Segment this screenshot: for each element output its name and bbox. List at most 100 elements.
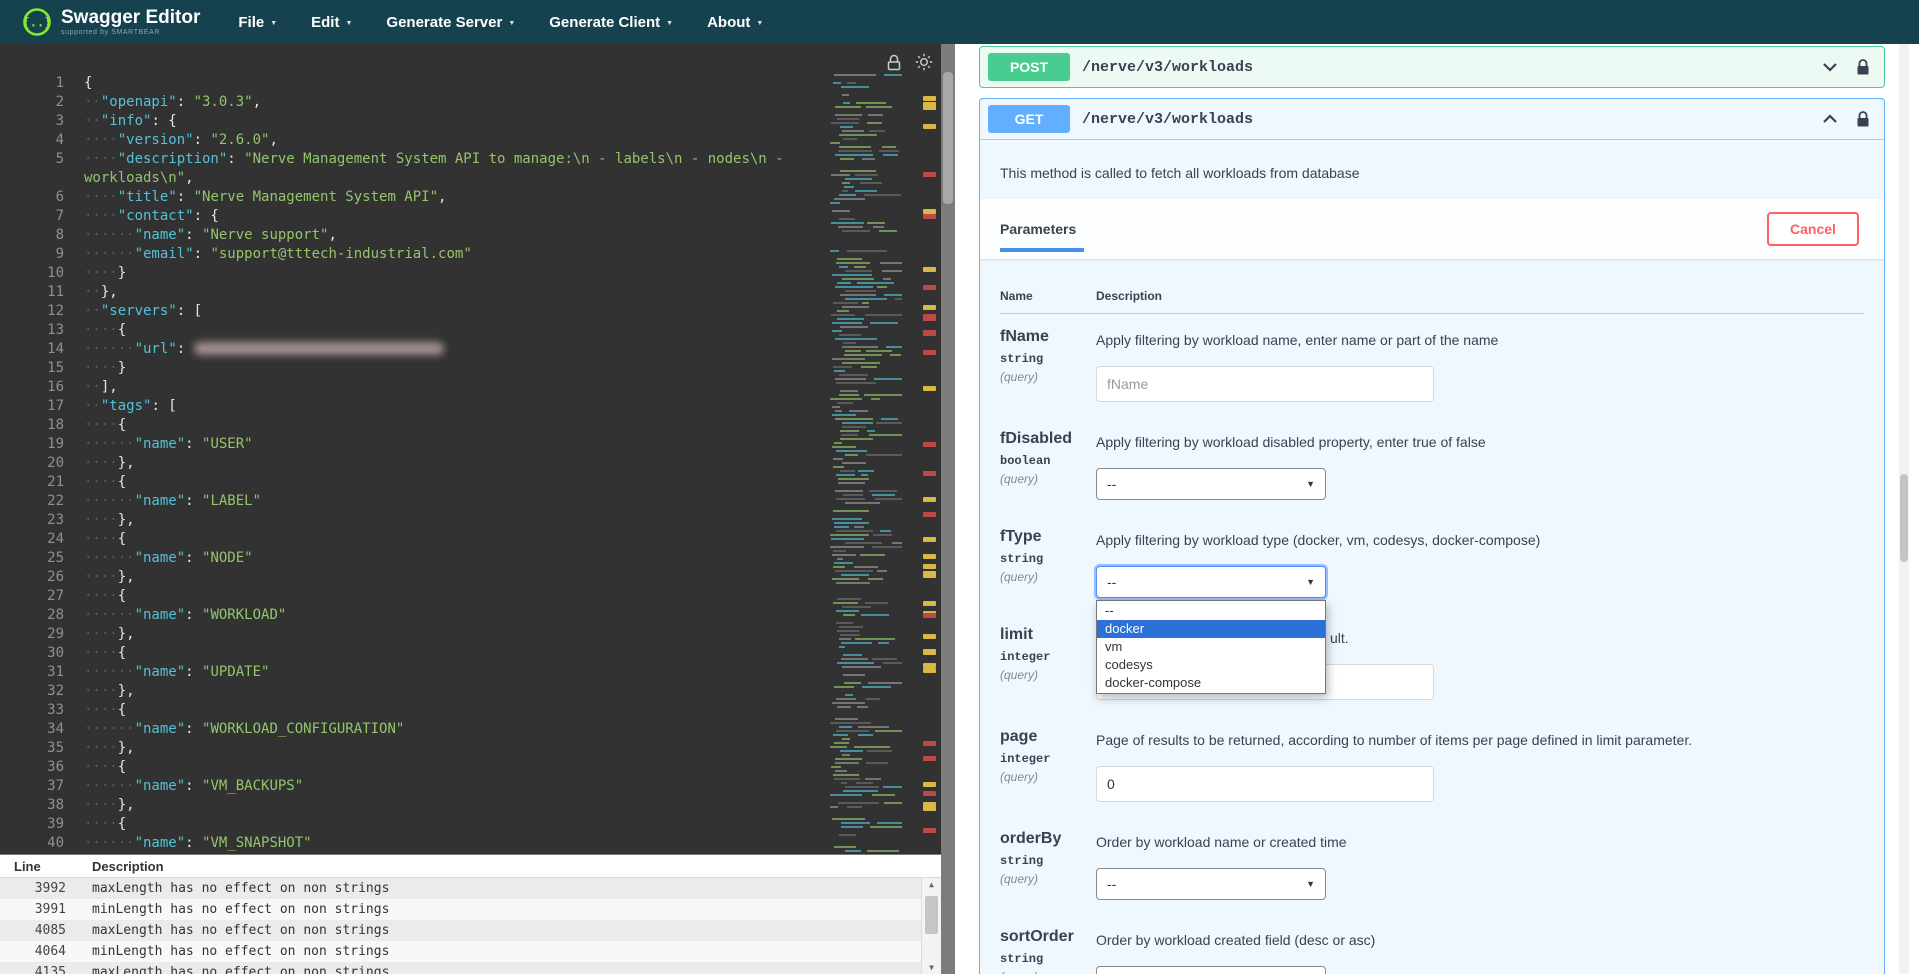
annotation-mark [923, 209, 936, 214]
code-line: 19······"name": "USER" [0, 435, 941, 454]
error-col-line: Line [0, 859, 78, 874]
error-description: maxLength has no effect on non strings [78, 923, 921, 938]
error-description: minLength has no effect on non strings [78, 944, 921, 959]
api-docs-pane: POST /nerve/v3/workloads GET /nerve/v3/w… [955, 44, 1919, 974]
menu-generate-server[interactable]: Generate Server▼ [386, 14, 515, 31]
opblock-get-workloads: GET /nerve/v3/workloads This method is c… [979, 98, 1885, 974]
ftype-option-docker-compose[interactable]: docker-compose [1097, 674, 1325, 692]
line-number: 37 [0, 777, 76, 796]
line-number: 21 [0, 473, 76, 492]
editor-lock-icon[interactable] [886, 54, 902, 71]
editor-minimap[interactable] [830, 74, 902, 854]
code-line: 2··"openapi": "3.0.3", [0, 93, 941, 112]
method-badge-post: POST [988, 53, 1070, 81]
param-description: Apply filtering by workload type (docker… [1096, 530, 1864, 550]
param-row-fdisabled: fDisabledboolean(query)Apply filtering b… [1000, 416, 1864, 514]
line-number: 29 [0, 625, 76, 644]
error-row[interactable]: 4135maxLength has no effect on non strin… [0, 962, 921, 974]
code-line: 5····"description": "Nerve Management Sy… [0, 150, 941, 169]
scroll-down-icon[interactable]: ▼ [922, 961, 941, 974]
line-number: 16 [0, 378, 76, 397]
chevron-up-icon[interactable] [1822, 114, 1838, 124]
annotation-mark [923, 102, 936, 107]
page-input[interactable] [1096, 766, 1434, 802]
line-number: 27 [0, 587, 76, 606]
auth-lock-icon[interactable] [1856, 59, 1870, 76]
error-line-number: 4085 [0, 923, 78, 938]
error-panel: Line Description 3992maxLength has no ef… [0, 854, 941, 974]
cancel-button[interactable]: Cancel [1767, 212, 1859, 246]
menu-generate-client[interactable]: Generate Client▼ [549, 14, 673, 31]
editor-scrollbar-thumb[interactable] [943, 72, 953, 204]
error-row[interactable]: 4064minLength has no effect on non strin… [0, 941, 921, 962]
ftype-option-codesys[interactable]: codesys [1097, 656, 1325, 674]
param-type: string [1000, 352, 1096, 366]
menu-bar: File▼ Edit▼ Generate Server▼ Generate Clien… [238, 14, 763, 31]
parameters-table: Name Description fNamestring(query)Apply… [980, 259, 1884, 974]
error-scrollbar-thumb[interactable] [925, 896, 938, 934]
menu-file[interactable]: File▼ [238, 14, 277, 31]
code-editor[interactable]: 1{2··"openapi": "3.0.3",3··"info": {4···… [0, 44, 941, 974]
code-line: 6····"title": "Nerve Management System A… [0, 188, 941, 207]
param-location: (query) [1000, 668, 1096, 682]
menu-about[interactable]: About▼ [707, 14, 763, 31]
fname-input[interactable] [1096, 366, 1434, 402]
code-line: 26····}, [0, 568, 941, 587]
fdisabled-select[interactable]: --▼ [1096, 468, 1326, 500]
annotation-mark [923, 573, 936, 578]
code-line: 1{ [0, 74, 941, 93]
error-row[interactable]: 3992maxLength has no effect on non strin… [0, 878, 921, 899]
tab-parameters[interactable]: Parameters [1000, 221, 1076, 237]
error-panel-scrollbar[interactable]: ▲ ▼ [921, 878, 941, 974]
opblock-get-summary[interactable]: GET /nerve/v3/workloads [980, 99, 1884, 140]
ftype-option-vm[interactable]: vm [1097, 638, 1325, 656]
param-description: Apply filtering by workload name, enter … [1096, 330, 1864, 350]
line-number: 24 [0, 530, 76, 549]
annotation-mark [923, 305, 936, 310]
line-number: 22 [0, 492, 76, 511]
menu-edit[interactable]: Edit▼ [311, 14, 352, 31]
line-number: 14 [0, 340, 76, 359]
line-number: 39 [0, 815, 76, 834]
line-number: 18 [0, 416, 76, 435]
auth-lock-icon[interactable] [1856, 111, 1870, 128]
code-line: 31······"name": "UPDATE" [0, 663, 941, 682]
annotation-mark [923, 806, 936, 811]
code-line: 37······"name": "VM_BACKUPS" [0, 777, 941, 796]
ftype-option---[interactable]: -- [1097, 602, 1325, 620]
opblock-post-workloads[interactable]: POST /nerve/v3/workloads [979, 46, 1885, 88]
param-location: (query) [1000, 872, 1096, 886]
chevron-down-icon: ▼ [1306, 879, 1315, 889]
param-name: fDisabled [1000, 430, 1096, 448]
page-scrollbar[interactable] [1899, 44, 1909, 974]
annotation-mark [923, 285, 936, 290]
error-row[interactable]: 3991minLength has no effect on non strin… [0, 899, 921, 920]
code-line: 8······"name": "Nerve support", [0, 226, 941, 245]
param-type: boolean [1000, 454, 1096, 468]
code-line: 40······"name": "VM_SNAPSHOT" [0, 834, 941, 853]
chevron-down-icon[interactable] [1822, 62, 1838, 72]
editor-scrollbar[interactable] [941, 44, 955, 974]
line-number: 19 [0, 435, 76, 454]
code-line: 12··"servers": [ [0, 302, 941, 321]
line-number: 13 [0, 321, 76, 340]
code-line: 35····}, [0, 739, 941, 758]
sortorder-select[interactable]: --▼ [1096, 966, 1326, 974]
code-text[interactable]: 1{2··"openapi": "3.0.3",3··"info": {4···… [0, 74, 941, 853]
ftype-select[interactable]: --▼ [1096, 566, 1326, 598]
ftype-option-docker[interactable]: docker [1097, 620, 1325, 638]
line-number: 40 [0, 834, 76, 853]
orderby-select[interactable]: --▼ [1096, 868, 1326, 900]
line-number: 7 [0, 207, 76, 226]
error-row[interactable]: 4085maxLength has no effect on non strin… [0, 920, 921, 941]
line-number: 12 [0, 302, 76, 321]
scroll-up-icon[interactable]: ▲ [922, 878, 941, 892]
param-location: (query) [1000, 770, 1096, 784]
endpoint-path-post: /nerve/v3/workloads [1082, 59, 1253, 76]
editor-annotation-marks [922, 74, 937, 854]
chevron-down-icon: ▼ [270, 20, 277, 27]
page-scrollbar-thumb[interactable] [1900, 474, 1908, 562]
annotation-mark [923, 564, 936, 569]
code-line: 23····}, [0, 511, 941, 530]
theme-brightness-icon[interactable] [915, 53, 933, 71]
